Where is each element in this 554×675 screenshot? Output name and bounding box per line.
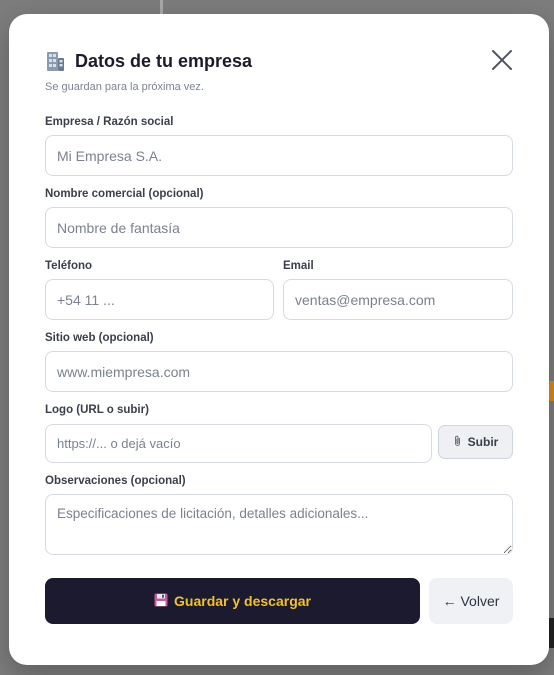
email-label: Email [283,260,314,272]
building-icon [45,50,65,72]
logo-label: Logo (URL o subir) [45,404,149,416]
notes-label: Observaciones (opcional) [45,475,186,487]
website-input[interactable] [45,351,513,392]
trade-name-label: Nombre comercial (opcional) [45,188,204,200]
close-icon[interactable] [489,47,515,73]
background-divider [160,0,163,14]
phone-label: Teléfono [45,260,93,272]
paperclip-icon [453,435,462,450]
phone-input[interactable] [45,279,274,320]
save-and-download-button[interactable]: Guardar y descargar [45,578,420,624]
save-button-label: Guardar y descargar [174,593,311,609]
email-input[interactable] [283,279,513,320]
notes-textarea[interactable] [45,494,513,555]
trade-name-input[interactable] [45,207,513,248]
background-accent [549,381,554,401]
background-dark-block [549,618,554,648]
upload-logo-button[interactable]: Subir [438,425,513,459]
modal-subtitle: Se guardan para la próxima vez. [45,81,204,93]
company-name-label: Empresa / Razón social [45,116,174,128]
website-label: Sitio web (opcional) [45,332,154,344]
modal-header: Datos de tu empresa [45,50,513,74]
upload-logo-label: Subir [467,435,499,449]
logo-url-input[interactable] [45,424,432,463]
company-data-modal: Datos de tu empresa Se guardan para la p… [9,14,549,665]
company-name-input[interactable] [45,135,513,176]
back-button[interactable]: ← Volver [429,578,513,624]
floppy-disk-icon [154,593,168,610]
modal-title: Datos de tu empresa [75,51,253,71]
